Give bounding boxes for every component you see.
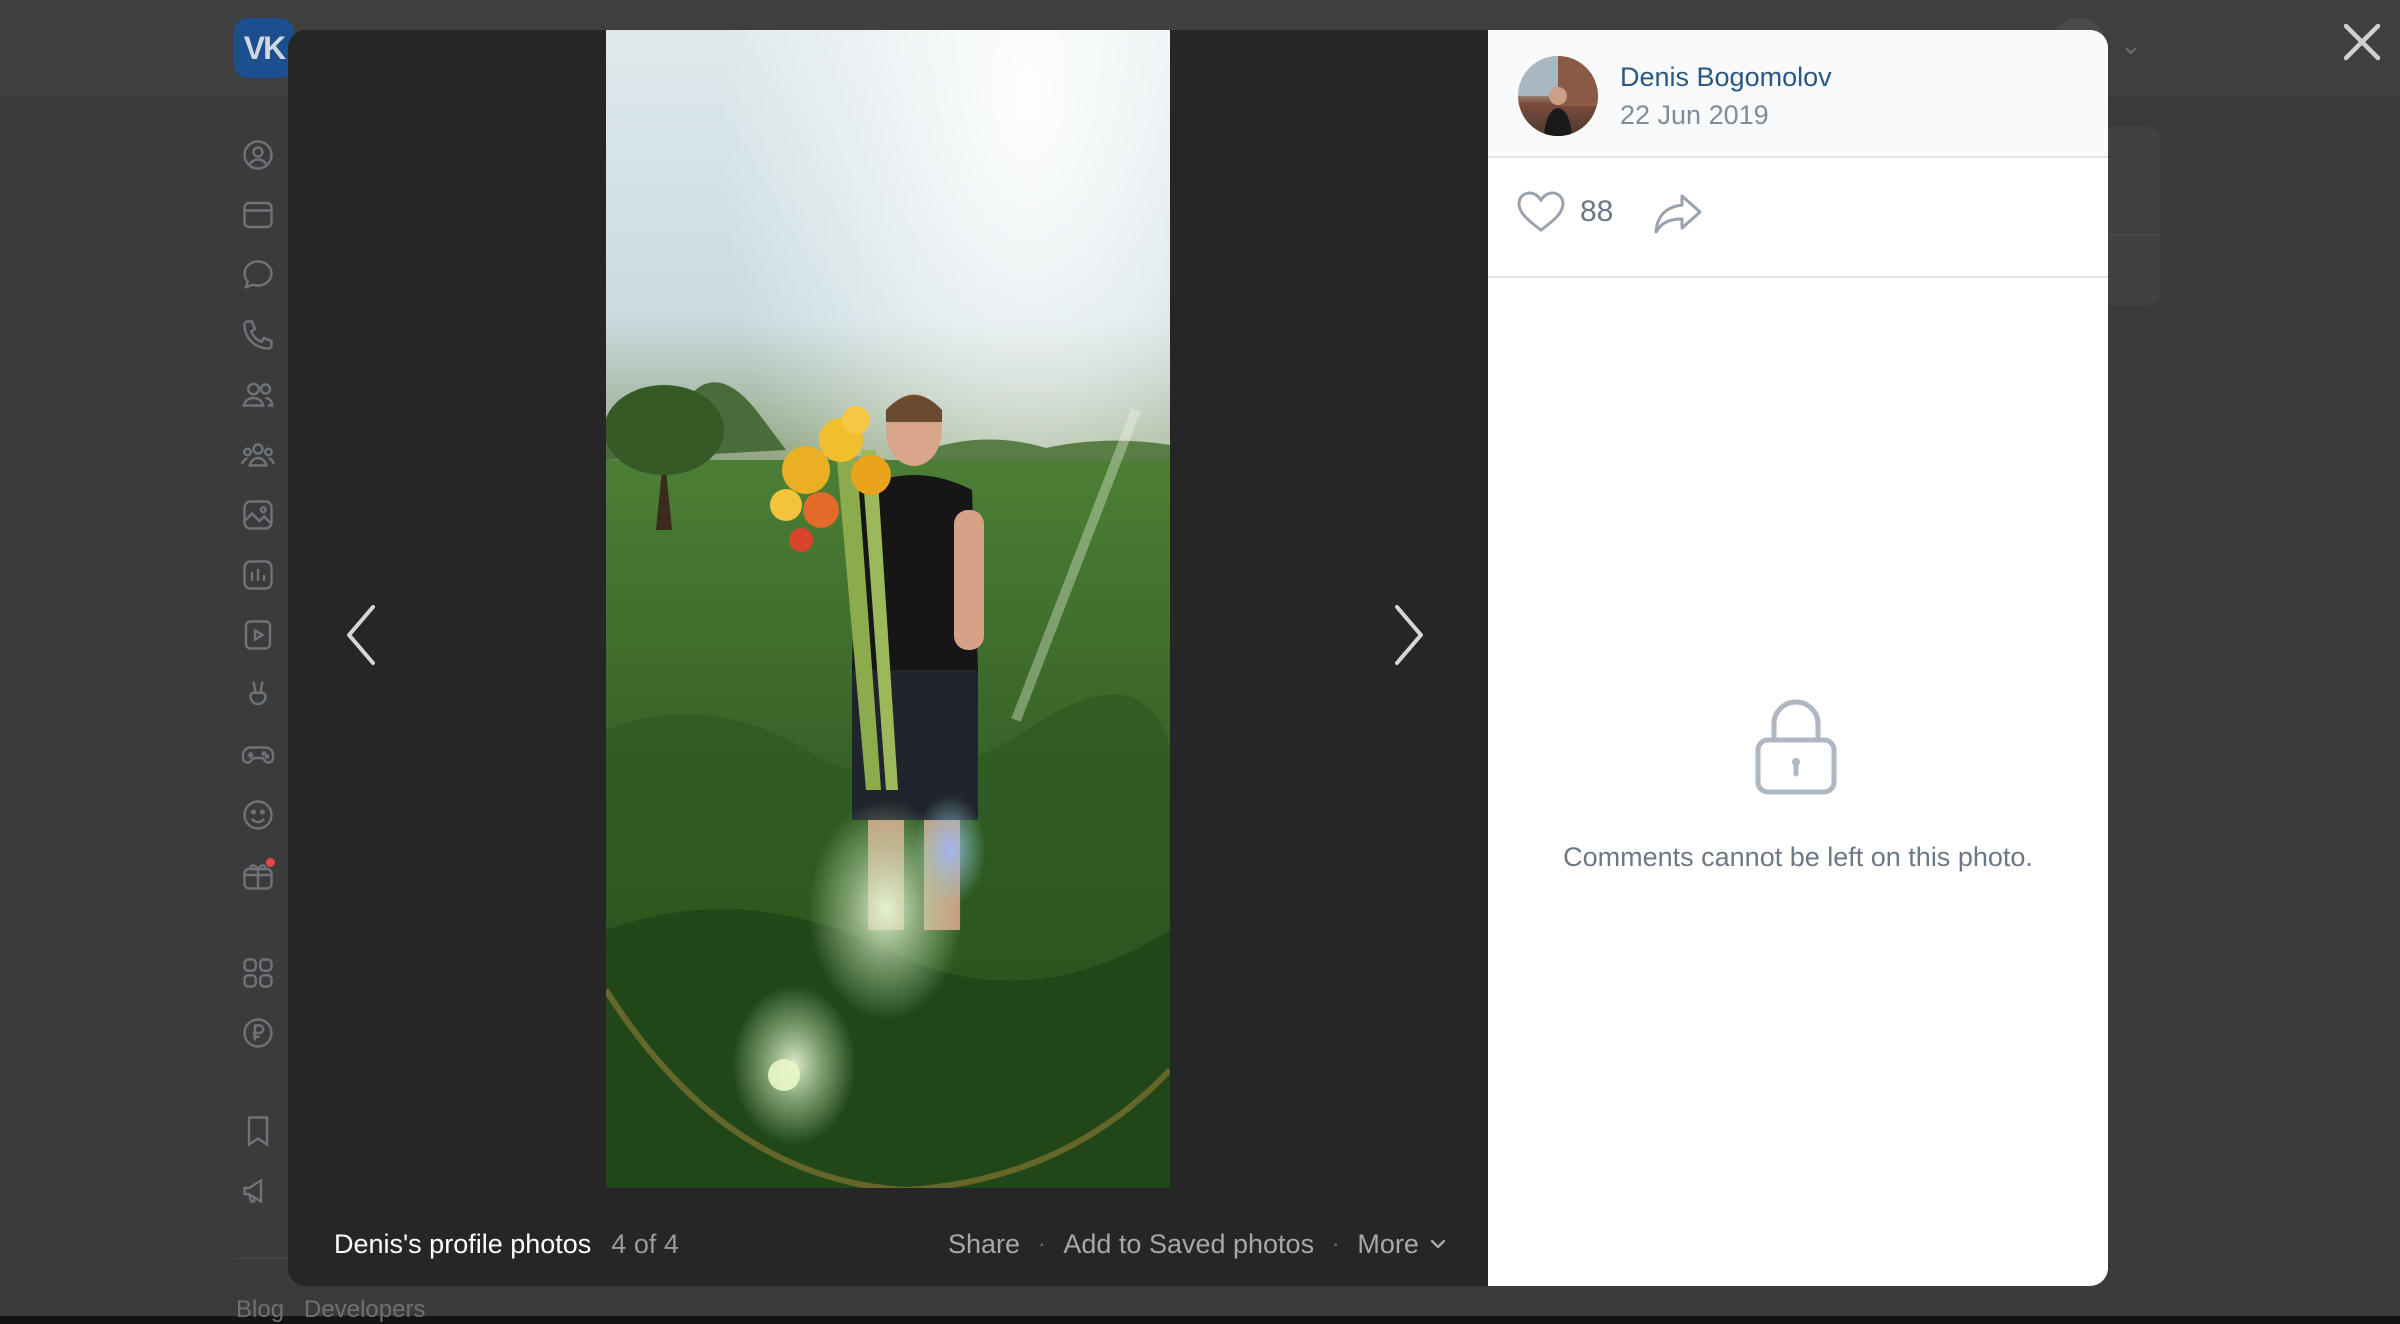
footer-links: Blog Developers	[236, 1296, 445, 1324]
add-to-saved-link[interactable]: Add to Saved photos	[1063, 1229, 1314, 1260]
news-icon[interactable]	[239, 196, 277, 234]
photo[interactable]	[606, 30, 1170, 1188]
chevron-down-icon[interactable]: ⌄	[2120, 30, 2142, 61]
photo-info-pane: Denis Bogomolov 22 Jun 2019 88 Comments …	[1488, 30, 2108, 1286]
video-icon[interactable]	[239, 616, 277, 654]
album-title-link[interactable]: Denis's profile photos	[334, 1229, 591, 1260]
gifts-icon[interactable]	[239, 856, 277, 894]
footer-link-blog[interactable]: Blog	[236, 1296, 284, 1323]
author-name-link[interactable]: Denis Bogomolov	[1620, 62, 1832, 93]
heart-icon	[1517, 191, 1565, 232]
author-header: Denis Bogomolov 22 Jun 2019	[1488, 30, 2108, 158]
photo-pane: Denis's profile photos 4 of 4 Share · Ad…	[288, 30, 1488, 1286]
calls-icon[interactable]	[239, 316, 277, 354]
games-icon[interactable]	[239, 736, 277, 774]
music-icon[interactable]	[239, 556, 277, 594]
next-photo-button[interactable]	[1374, 570, 1444, 700]
ads-icon[interactable]	[239, 1172, 277, 1210]
post-date[interactable]: 22 Jun 2019	[1620, 100, 1769, 131]
lock-icon	[1752, 696, 1840, 796]
clips-icon[interactable]	[239, 676, 277, 714]
share-link[interactable]: Share	[948, 1229, 1020, 1260]
share-icon	[1654, 194, 1702, 234]
separator-dot: ·	[1332, 1231, 1340, 1256]
like-count: 88	[1580, 195, 1614, 228]
photo-caption: Denis's profile photos 4 of 4	[334, 1224, 679, 1264]
more-dropdown[interactable]: More	[1357, 1229, 1447, 1260]
photo-counter: 4 of 4	[611, 1228, 679, 1259]
photos-icon[interactable]	[239, 496, 277, 534]
chevron-right-icon	[1395, 605, 1423, 665]
more-label: More	[1357, 1228, 1419, 1259]
services-icon[interactable]	[239, 954, 277, 992]
separator-dot: ·	[1038, 1231, 1046, 1256]
photo-actions: Share · Add to Saved photos · More	[948, 1224, 1447, 1264]
share-button[interactable]	[1652, 192, 1704, 236]
vk-logo[interactable]: VK	[234, 18, 294, 78]
profile-icon[interactable]	[239, 136, 277, 174]
chevron-left-icon	[347, 605, 375, 665]
close-icon	[2343, 23, 2381, 61]
communities-icon[interactable]	[239, 436, 277, 474]
reaction-bar: 88	[1488, 156, 2108, 278]
previous-photo-button[interactable]	[326, 570, 396, 700]
close-viewer-button[interactable]	[2336, 16, 2388, 68]
messages-icon[interactable]	[239, 256, 277, 294]
footer-link-developers[interactable]: Developers	[304, 1296, 425, 1323]
bookmarks-icon[interactable]	[239, 1112, 277, 1150]
notification-dot	[266, 858, 275, 867]
vk-pay-icon[interactable]	[239, 1014, 277, 1052]
comments-disabled-message: Comments cannot be left on this photo.	[1563, 842, 2033, 872]
stickers-icon[interactable]	[239, 796, 277, 834]
photo-viewer: Denis's profile photos 4 of 4 Share · Ad…	[288, 30, 2108, 1286]
like-button[interactable]: 88	[1516, 190, 1613, 234]
friends-icon[interactable]	[239, 376, 277, 414]
chevron-down-icon	[1430, 1239, 1446, 1249]
author-avatar[interactable]	[1518, 56, 1598, 136]
